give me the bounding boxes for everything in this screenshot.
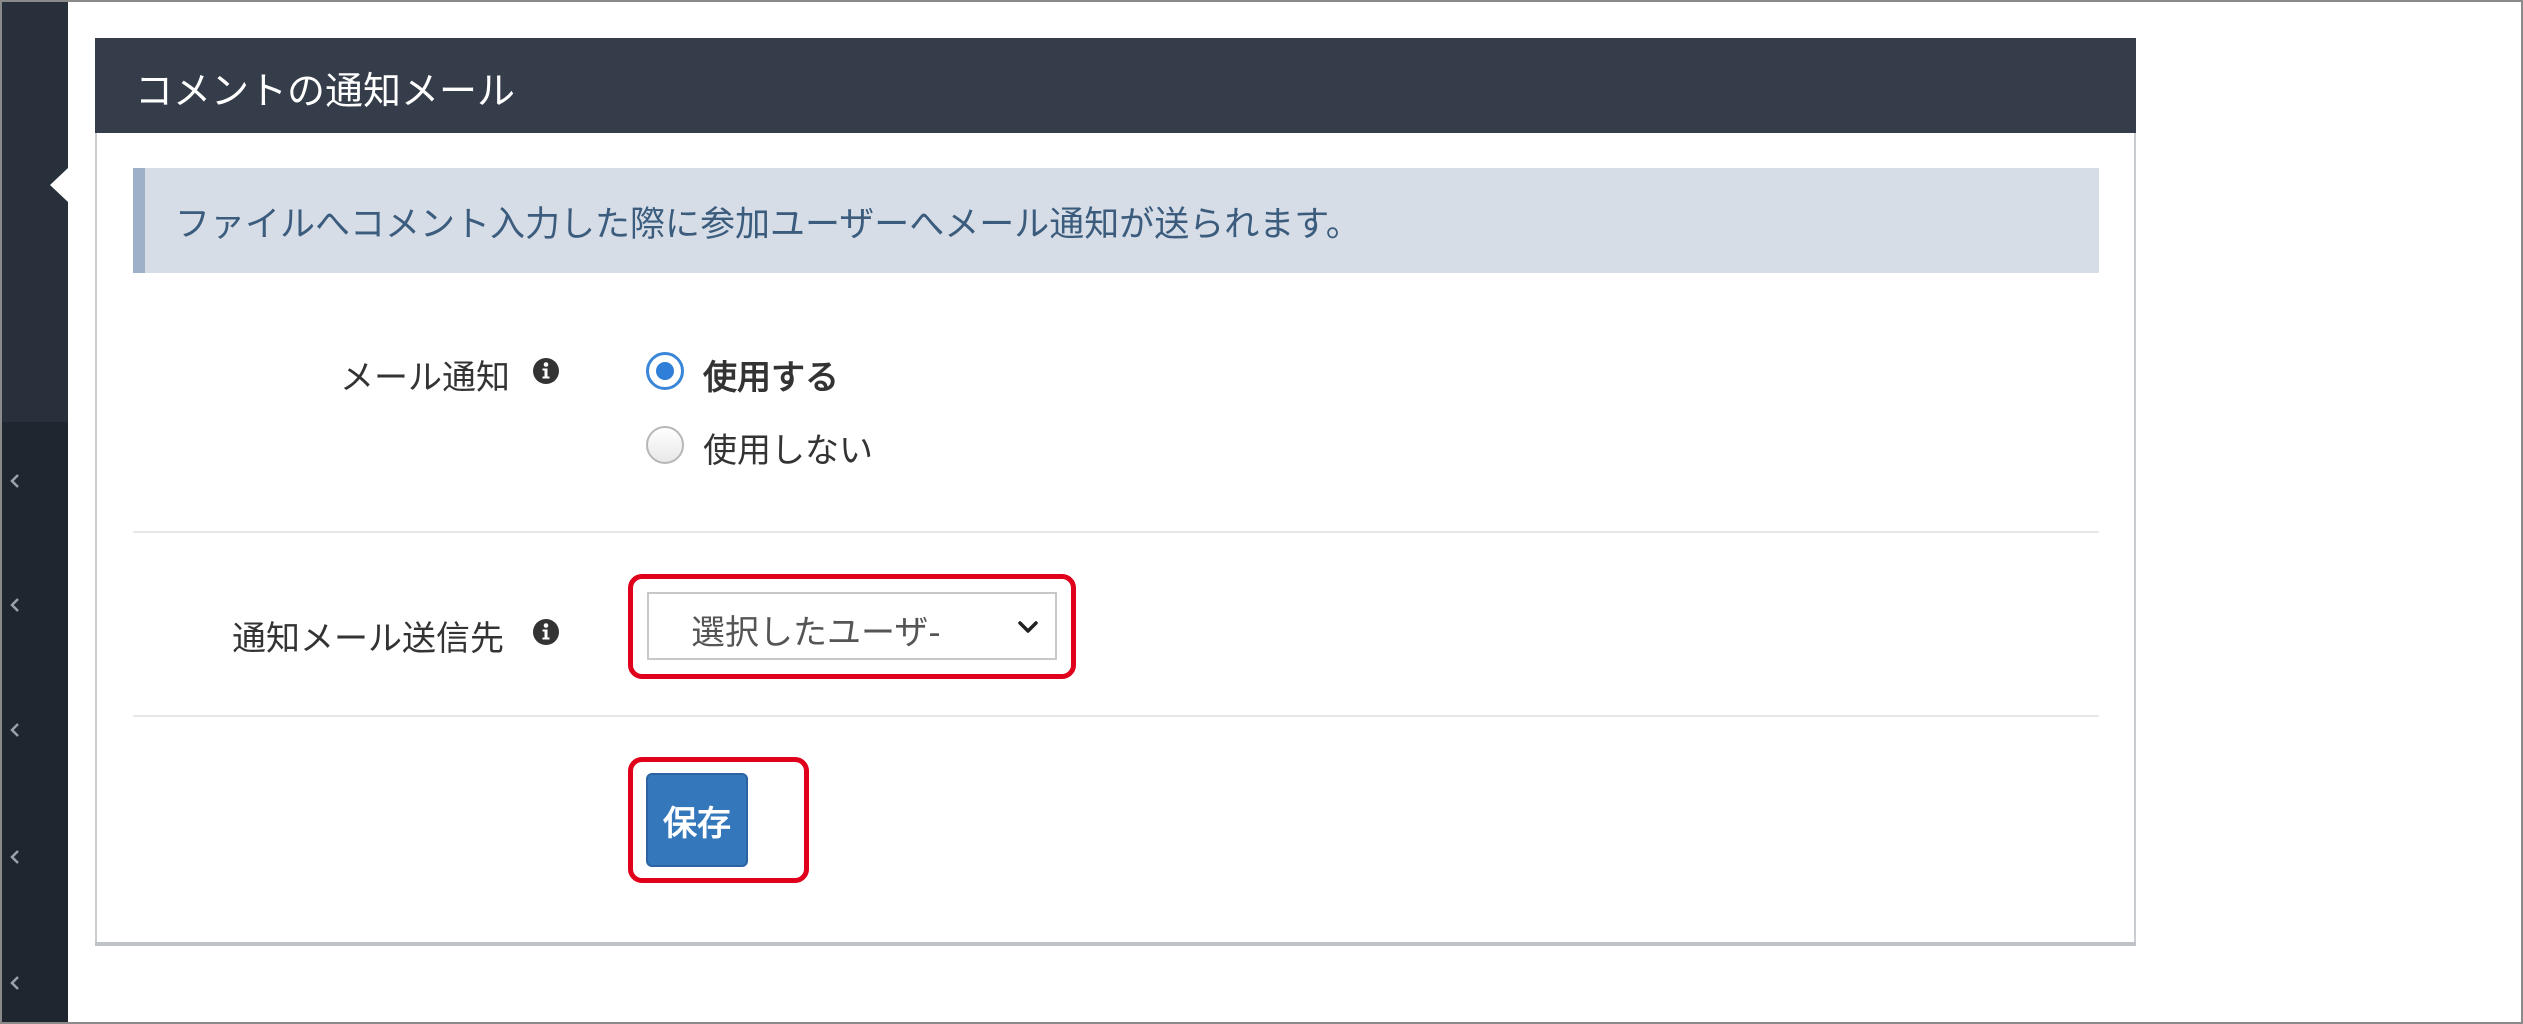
radio-use[interactable] [646, 352, 684, 390]
chevron-left-icon[interactable] [8, 469, 22, 493]
alert-text: ファイルへコメント入力した際に参加ユーザーへメール通知が送られます。 [175, 205, 1361, 245]
recipient-label: 通知メール送信先 [232, 619, 504, 659]
chevron-left-icon[interactable] [8, 593, 22, 617]
radio-use-label[interactable]: 使用する [703, 350, 839, 399]
panel-title: コメントの通知メール [135, 69, 516, 113]
active-menu-pointer [50, 168, 68, 202]
panel-shadow [95, 942, 2136, 946]
save-button[interactable]: 保存 [646, 773, 748, 867]
radio-not-use-label[interactable]: 使用しない [703, 423, 873, 472]
panel-header: コメントの通知メール [95, 38, 2136, 133]
recipient-select[interactable]: 選択したユーザ- [647, 592, 1057, 660]
info-alert: ファイルへコメント入力した際に参加ユーザーへメール通知が送られます。 [133, 168, 2099, 273]
recipient-select-value: 選択したユーザ- [691, 613, 941, 653]
info-circle-icon[interactable] [532, 357, 560, 385]
mail-notification-label: メール通知 [340, 358, 510, 398]
chevron-left-icon[interactable] [8, 718, 22, 742]
chevron-left-icon[interactable] [8, 845, 22, 869]
sidebar-active-section [2, 2, 68, 422]
form-divider [133, 715, 2099, 717]
chevron-left-icon[interactable] [8, 971, 22, 995]
chevron-down-icon [1015, 614, 1041, 640]
radio-not-use[interactable] [646, 426, 684, 464]
sidebar [2, 2, 68, 1022]
info-circle-icon[interactable] [532, 618, 560, 646]
form-divider [133, 531, 2099, 533]
app-frame: コメントの通知メール ファイルへコメント入力した際に参加ユーザーへメール通知が送… [0, 0, 2523, 1024]
